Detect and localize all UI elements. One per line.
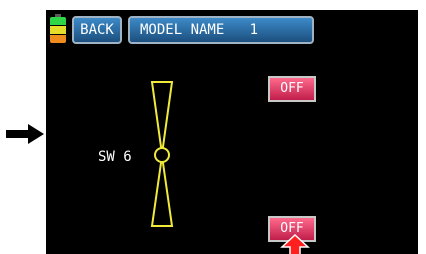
arrow-right-icon [6, 124, 44, 144]
upper-off-button[interactable]: OFF [268, 76, 316, 102]
model-name-button[interactable]: MODEL NAME 1 [128, 16, 314, 44]
back-button[interactable]: BACK [72, 16, 122, 44]
battery-icon [50, 14, 66, 44]
switch-lever-icon [150, 81, 174, 227]
arrow-up-icon [280, 234, 310, 254]
device-screen: BACK MODEL NAME 1 OFF SW 6 OFF [46, 10, 418, 254]
switch-label: SW 6 [98, 149, 132, 165]
